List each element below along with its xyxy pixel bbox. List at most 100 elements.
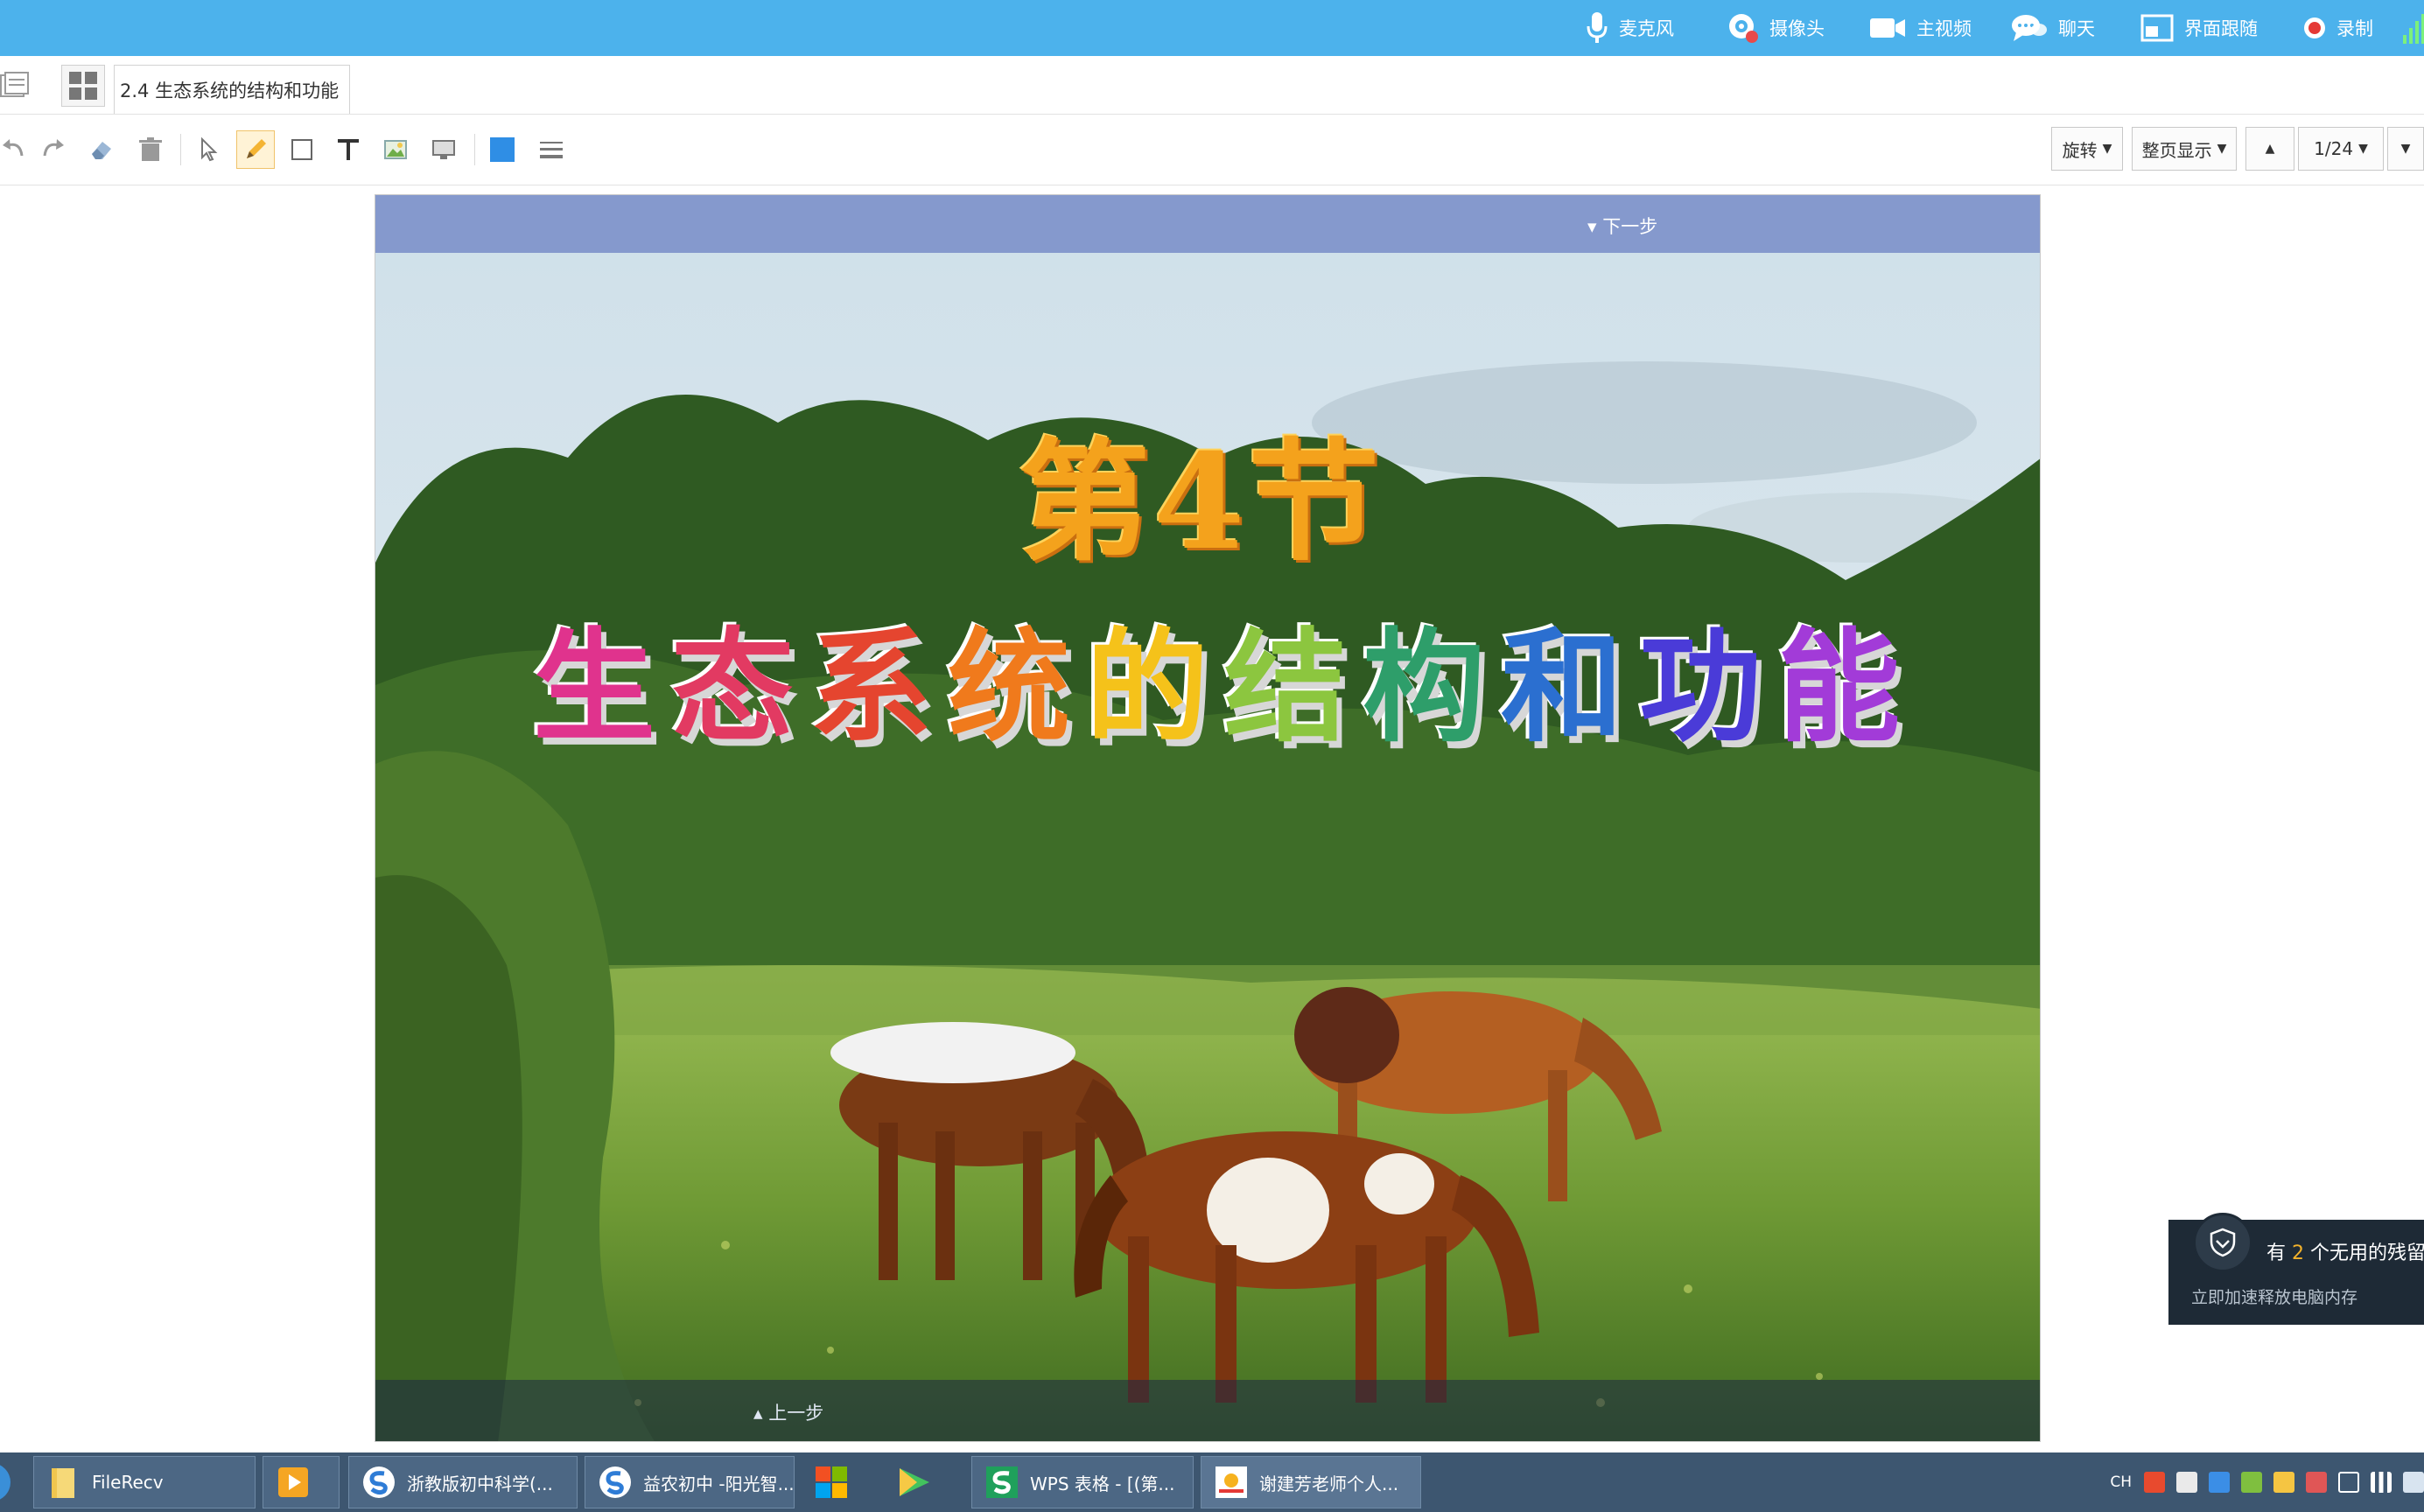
record-button[interactable]: 录制 <box>2303 0 2373 56</box>
screen-icon <box>432 140 455 159</box>
line-style-button[interactable] <box>532 130 571 169</box>
title-char: 能 <box>1777 617 1916 760</box>
next-page-button[interactable]: ▼ <box>2387 127 2424 171</box>
delete-button[interactable] <box>131 130 170 169</box>
layout-follow-button[interactable]: 界面跟随 <box>2140 0 2258 56</box>
taskbar-item-label: WPS 表格 - [(第... <box>1030 1473 1175 1494</box>
network-signal-icon[interactable] <box>2371 1472 2392 1493</box>
toolbar-divider <box>474 134 475 165</box>
taskbar-item-label: 益农初中 -阳光智... <box>643 1473 795 1494</box>
record-label: 录制 <box>2336 18 2373 39</box>
app-tray-icon[interactable] <box>2273 1472 2294 1493</box>
image-icon <box>384 140 407 159</box>
taskbar-item-live-app[interactable]: 谢建芳老师个人... <box>1201 1456 1421 1508</box>
tab-title: 2.4 生态系统的结构和功能 <box>120 80 340 102</box>
microphone-button[interactable]: 麦克风 <box>1586 0 1674 56</box>
annotation-toolbar: 旋转 ▼ 整页显示 ▼ ▲ 1/24 ▼ ▼ <box>0 115 2424 186</box>
app-tray-icon[interactable] <box>2176 1472 2197 1493</box>
taskbar-item-store[interactable] <box>802 1456 879 1508</box>
chat-icon <box>2012 15 2047 41</box>
bluetooth-icon[interactable] <box>2403 1472 2424 1493</box>
sogou-input-icon[interactable] <box>2144 1472 2165 1493</box>
previous-page-button[interactable]: ▲ <box>2245 127 2294 171</box>
rectangle-button[interactable] <box>284 130 322 169</box>
taskbar-item-label: 谢建芳老师个人... <box>1259 1473 1399 1494</box>
image-button[interactable] <box>376 130 415 169</box>
select-icon <box>201 136 218 162</box>
input-language-indicator[interactable]: CH <box>2110 1474 2132 1491</box>
screen-capture-button[interactable] <box>425 130 464 169</box>
layout-follow-label: 界面跟随 <box>2184 18 2258 39</box>
main-video-label: 主视频 <box>1916 18 1972 39</box>
thumbnail-grid-button[interactable] <box>61 65 105 107</box>
taskbar-item-media-player[interactable] <box>263 1456 340 1508</box>
previous-step-label: ▴ 上一步 <box>753 1403 824 1424</box>
title-char: 统 <box>948 617 1087 760</box>
taskbar-item-filerecv[interactable]: FileRecv <box>33 1456 256 1508</box>
title-char: 功 <box>1639 617 1778 760</box>
eraser-icon <box>92 142 111 159</box>
grid-icon <box>69 72 97 100</box>
rotate-dropdown[interactable]: 旋转 ▼ <box>2051 127 2123 171</box>
chat-label: 聊天 <box>2058 18 2095 39</box>
security-shield-icon[interactable] <box>2209 1472 2230 1493</box>
live-control-bar: 麦克风 摄像头 主视频 聊天 界面跟随 录制 <box>0 0 2424 56</box>
sogou-browser-icon <box>363 1466 395 1498</box>
title-char: 系 <box>809 617 949 760</box>
slide-viewer[interactable]: ▾ 下一步 第4节 生态系统的结构和功能 ▴ 上一步 <box>375 194 2041 1442</box>
taskbar-item-wps-sheet[interactable]: WPS 表格 - [(第... <box>971 1456 1194 1508</box>
main-video-button[interactable]: 主视频 <box>1869 0 1972 56</box>
notification-action-link[interactable]: 立即加速释放电脑内存 <box>2191 1284 2357 1308</box>
taskbar-item-label: 浙教版初中科学(... <box>407 1473 553 1494</box>
microphone-label: 麦克风 <box>1619 18 1674 39</box>
windows-store-icon <box>816 1466 847 1498</box>
document-list-icon[interactable] <box>0 72 30 100</box>
volume-icon[interactable] <box>2338 1472 2359 1493</box>
undo-icon <box>3 139 24 157</box>
undo-button[interactable] <box>0 130 33 169</box>
record-icon <box>2304 18 2325 38</box>
taskbar-item-label: FileRecv <box>92 1472 164 1493</box>
fit-page-dropdown[interactable]: 整页显示 ▼ <box>2132 127 2237 171</box>
color-button[interactable] <box>483 130 522 169</box>
delete-icon <box>139 137 162 161</box>
app-tray-icon[interactable] <box>2306 1472 2327 1493</box>
text-button[interactable] <box>329 130 368 169</box>
cleanup-notification[interactable]: 有 2 个无用的残留进 立即加速释放电脑内存 <box>2168 1213 2424 1325</box>
caret-up-icon: ▲ <box>2265 142 2275 156</box>
video-player-icon <box>900 1468 929 1496</box>
notification-count: 2 <box>2292 1242 2304 1264</box>
folder-icon <box>52 1468 74 1498</box>
text-icon <box>338 139 359 160</box>
taskbar-item-browser-1[interactable]: 浙教版初中科学(... <box>348 1456 578 1508</box>
page-indicator: 1/24 <box>2314 138 2354 159</box>
pen-button[interactable] <box>236 130 275 169</box>
chat-button[interactable]: 聊天 <box>2011 0 2095 56</box>
app-tray-icon[interactable] <box>2241 1472 2262 1493</box>
caret-down-icon: ▼ <box>2102 142 2112 156</box>
document-tab-row: 2.4 生态系统的结构和功能 <box>0 56 2424 115</box>
taskbar-item-browser-2[interactable]: 益农初中 -阳光智... <box>585 1456 795 1508</box>
taskbar-item-video-player[interactable] <box>884 1456 961 1508</box>
notification-suffix: 个无用的残留进 <box>2309 1242 2424 1264</box>
previous-step-bar[interactable]: ▴ 上一步 <box>375 1380 2040 1441</box>
slide-main-title: 生态系统的结构和功能 <box>533 589 1916 766</box>
grassland-horses-photo <box>375 195 2040 1441</box>
shield-icon <box>2193 1213 2252 1272</box>
redo-button[interactable] <box>33 130 72 169</box>
toolbar-divider <box>180 134 181 165</box>
select-button[interactable] <box>191 130 229 169</box>
next-step-bar[interactable]: ▾ 下一步 <box>375 195 2040 253</box>
title-char: 态 <box>671 617 810 760</box>
tab-active-document[interactable]: 2.4 生态系统的结构和功能 <box>114 65 350 114</box>
title-char: 生 <box>533 617 672 760</box>
page-selector[interactable]: 1/24 ▼ <box>2298 127 2384 171</box>
start-button-icon[interactable] <box>0 1461 12 1503</box>
next-step-text: 下一步 <box>1602 216 1658 237</box>
camera-icon <box>1729 14 1758 43</box>
previous-step-text: 上一步 <box>768 1403 824 1424</box>
camera-button[interactable]: 摄像头 <box>1727 0 1825 56</box>
camera-label: 摄像头 <box>1769 18 1825 39</box>
sogou-browser-icon <box>599 1466 631 1498</box>
eraser-button[interactable] <box>82 130 121 169</box>
